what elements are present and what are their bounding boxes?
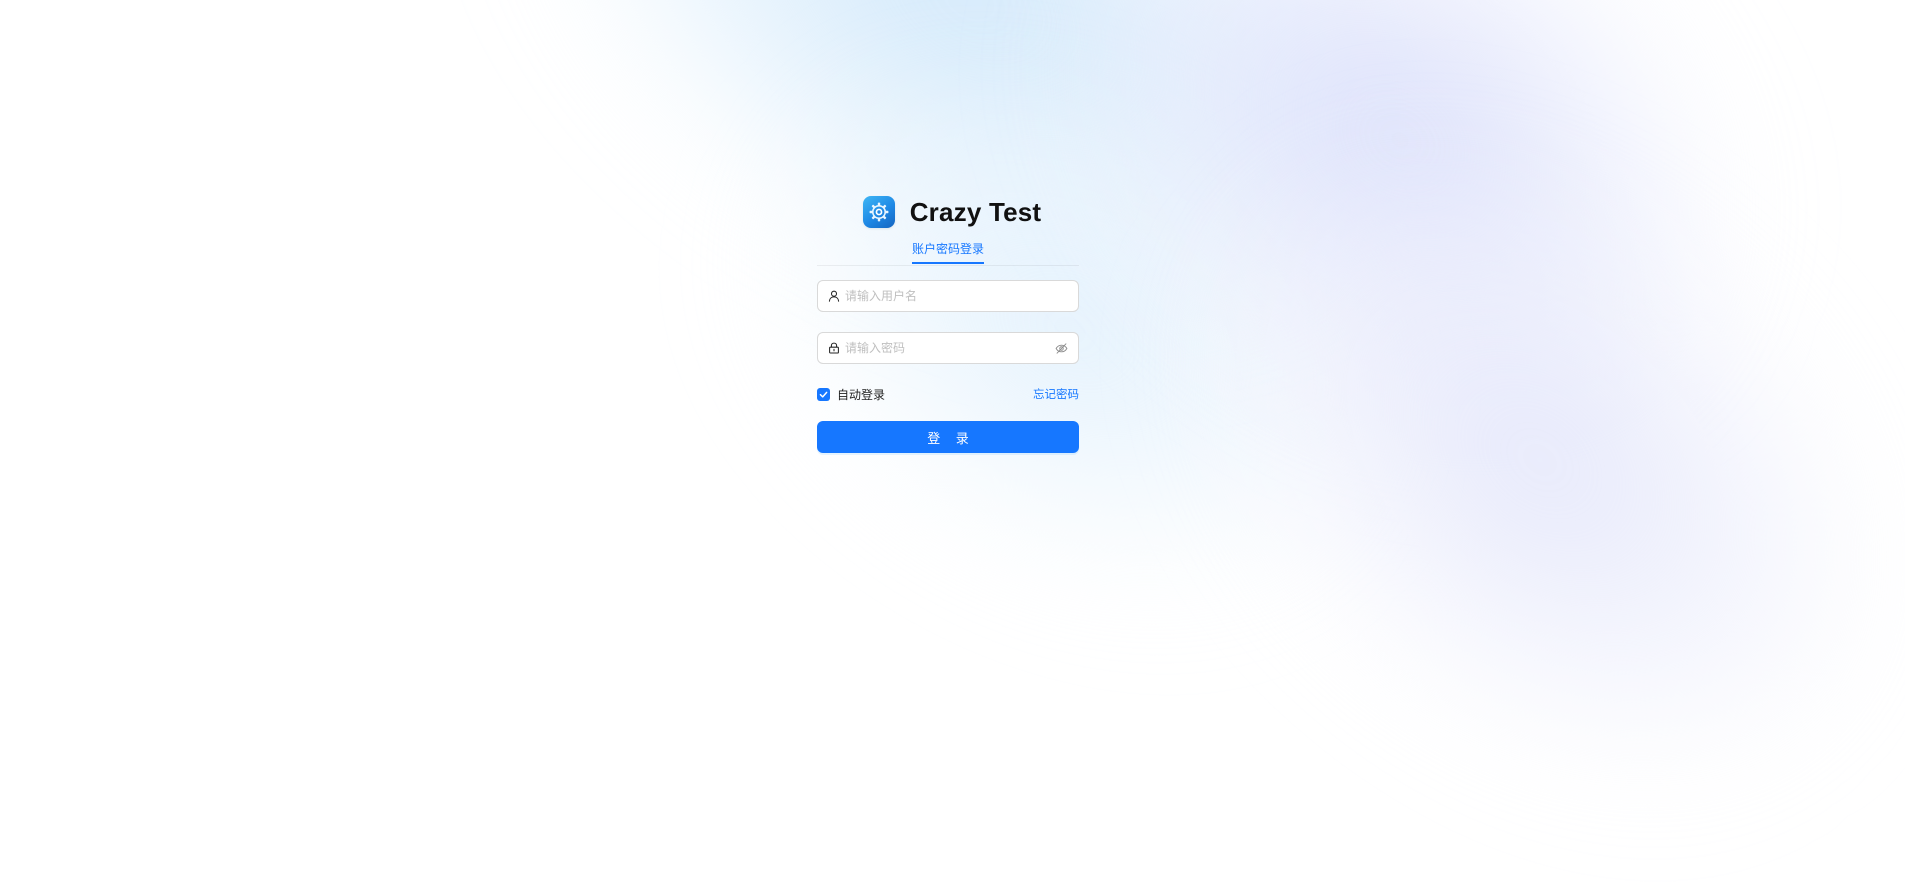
app-logo <box>862 196 895 228</box>
brand-header: Crazy Test <box>825 195 1079 229</box>
lock-icon <box>828 342 840 354</box>
login-form: 自动登录 忘记密码 登 录 <box>817 280 1079 453</box>
tab-account-password-login[interactable]: 账户密码登录 <box>911 239 985 264</box>
login-options: 自动登录 忘记密码 <box>817 386 1079 402</box>
login-panel: Crazy Test 账户密码登录 请输入用户名 自动登录 忘记密码 登 录 <box>817 195 1079 453</box>
auto-login-label: 自动登录 <box>837 387 886 402</box>
user-icon <box>828 290 840 302</box>
checkbox-checked-icon[interactable] <box>817 387 830 401</box>
password-input[interactable] <box>845 338 1054 358</box>
forgot-password-link[interactable]: 忘记密码 <box>1033 386 1079 402</box>
username-input[interactable] <box>845 286 1068 306</box>
username-field[interactable] <box>817 280 1079 312</box>
password-field[interactable] <box>817 332 1079 364</box>
eye-invisible-icon[interactable] <box>1054 341 1068 355</box>
login-tabs: 账户密码登录 <box>817 239 1079 266</box>
login-button[interactable]: 登 录 <box>817 421 1079 453</box>
app-title: Crazy Test <box>909 196 1042 227</box>
auto-login-checkbox[interactable]: 自动登录 <box>817 386 885 403</box>
gear-cog-icon <box>869 202 889 222</box>
